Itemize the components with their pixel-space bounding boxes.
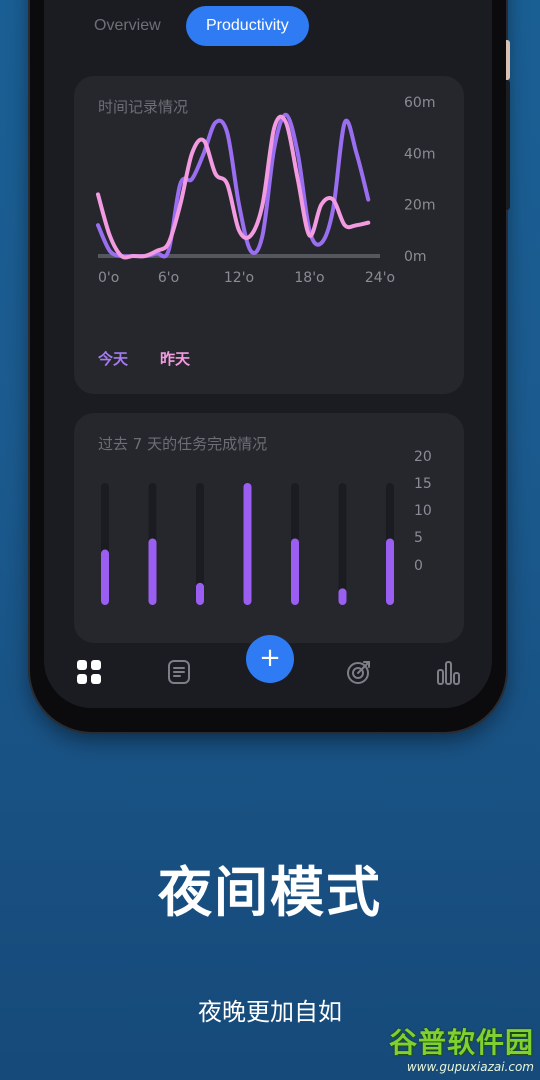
- bar-value: [338, 588, 347, 605]
- add-button[interactable]: +: [246, 635, 294, 683]
- promo-subline: 夜晚更加自如: [198, 998, 342, 1026]
- watermark-brand: 谷普软件园: [388, 1026, 534, 1059]
- x-tick-label: 18'o: [294, 270, 324, 286]
- bottom-navigation: +: [44, 635, 492, 708]
- time-record-line-chart: 0'o 6'o 12'o 18'o 24'o 60m 40m 20m 0m: [96, 95, 435, 286]
- y-tick-label: 40m: [404, 146, 435, 162]
- legend-today[interactable]: 今天: [98, 348, 128, 369]
- y-tick-label: 5: [414, 530, 423, 546]
- x-tick-label: 0'o: [98, 270, 119, 286]
- y-tick-label: 0: [414, 558, 423, 574]
- x-tick-label: 24'o: [365, 270, 395, 286]
- y-tick-label: 0m: [404, 249, 427, 265]
- tab-bar: Overview Productivity: [44, 6, 492, 46]
- watermark-url: www.gupuxiazai.com: [406, 1060, 534, 1074]
- y-tick-label: 60m: [404, 95, 435, 111]
- x-tick-label: 6'o: [158, 270, 179, 286]
- y-tick-label: 20m: [404, 198, 435, 214]
- tab-overview[interactable]: Overview: [74, 6, 181, 46]
- bar-value: [243, 483, 252, 605]
- bar-value: [386, 538, 394, 605]
- bar-track: [338, 483, 347, 605]
- watermark: 谷普软件园 www.gupuxiazai.com: [389, 1026, 534, 1074]
- y-tick-label: 20: [414, 449, 432, 465]
- bar-value: [291, 538, 299, 605]
- notes-icon[interactable]: [164, 657, 194, 687]
- tab-productivity[interactable]: Productivity: [186, 6, 309, 46]
- promo-headline: 夜间模式: [158, 861, 382, 924]
- bar-value: [196, 582, 204, 605]
- time-record-card: 时间记录情况 0'o 6'o 12'o 18'o 24'o 60m 40m 20m 0m 今天 …: [74, 76, 464, 394]
- x-tick-label: 12'o: [224, 270, 254, 286]
- dashboard-grid-icon[interactable]: [74, 657, 104, 687]
- series-today-line: [96, 112, 371, 259]
- bar-value: [148, 538, 157, 605]
- legend-yesterday[interactable]: 昨天: [160, 348, 190, 369]
- target-icon[interactable]: [344, 657, 374, 687]
- task-completion-card: 过去 7 天的任务完成情况 20 15 10 5 0: [74, 413, 464, 643]
- plus-icon: +: [259, 643, 281, 673]
- bar-chart-icon[interactable]: [434, 657, 464, 687]
- bar-value: [101, 549, 109, 605]
- phone-volume-button: [506, 80, 510, 210]
- y-tick-label: 15: [414, 476, 432, 492]
- y-tick-label: 10: [414, 503, 432, 519]
- phone-frame: Overview Productivity 时间记录情况 0'o 6'o 12'o 1…: [30, 0, 510, 732]
- task-completion-bar-chart: 20 15 10 5 0: [101, 449, 432, 605]
- phone-side-button: [506, 40, 510, 80]
- app-screen: Overview Productivity 时间记录情况 0'o 6'o 12'o 1…: [44, 0, 492, 708]
